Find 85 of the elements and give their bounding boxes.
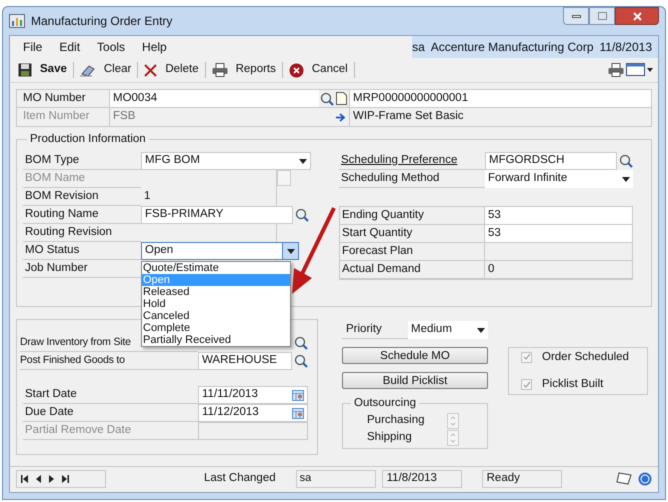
status-option[interactable]: Quote/Estimate — [142, 262, 290, 274]
field-label: Partial Remove Date — [23, 422, 198, 440]
document-icon[interactable] — [336, 92, 347, 105]
status-dropdown[interactable]: Open — [141, 242, 299, 260]
status-option[interactable]: Released — [142, 286, 290, 298]
priority-dropdown[interactable]: Medium — [408, 321, 488, 339]
field-label: MO Number — [22, 90, 87, 106]
document-number-field: MRP00000000000001 — [349, 90, 651, 107]
last-changed-label: Last Changed — [204, 470, 276, 486]
date-field[interactable]: 11/11/2013 — [198, 386, 308, 404]
toolbar-button[interactable]: Cancel — [284, 60, 352, 80]
next-record-icon[interactable] — [49, 474, 54, 482]
field-label: BOM Name — [23, 170, 141, 188]
quantity-field[interactable]: 53 — [484, 225, 632, 243]
caret-icon[interactable] — [477, 328, 485, 332]
caret-icon[interactable] — [299, 158, 307, 164]
dropdown-field[interactable]: Forward Infinite — [485, 170, 633, 188]
group-title: Outsourcing — [351, 396, 420, 410]
date-field[interactable]: 11/12/2013 — [198, 404, 308, 422]
printer-icon — [608, 63, 624, 77]
last-record-icon[interactable] — [62, 474, 69, 482]
dropdown-field[interactable]: MFG BOM — [141, 152, 311, 170]
search-icon[interactable] — [320, 92, 334, 106]
x-mark-icon — [144, 64, 158, 76]
eraser-icon — [80, 63, 96, 77]
search-icon[interactable] — [295, 208, 309, 222]
quantity-field: 0 — [484, 261, 632, 279]
lookup-field[interactable]: MFGORDSCH — [485, 152, 617, 170]
toolbar-button[interactable]: Clear — [76, 60, 136, 80]
checkbox[interactable] — [521, 379, 532, 390]
close-icon[interactable] — [632, 12, 642, 20]
menu-item[interactable]: Help — [135, 38, 174, 56]
mo-number-field[interactable]: MO0034 — [109, 90, 319, 107]
field-label: BOM Revision — [23, 188, 141, 206]
toolbar-button[interactable]: Delete — [140, 60, 203, 80]
action-button[interactable]: Build Picklist — [342, 372, 488, 389]
date-field: 11/8/2013 — [382, 470, 462, 488]
lookup-field[interactable]: FSB-PRIMARY — [141, 206, 293, 224]
search-icon[interactable] — [294, 354, 308, 368]
previous-record-icon[interactable] — [36, 474, 41, 482]
field-label: Post Finished Goods to — [20, 352, 198, 370]
field-label: Routing Revision — [23, 224, 141, 242]
first-record-icon[interactable] — [21, 474, 28, 482]
user-name: sa — [412, 39, 425, 56]
status-option[interactable]: Hold — [142, 298, 290, 310]
checkbox-label: Order Scheduled — [542, 350, 629, 365]
arrow-icon[interactable] — [336, 112, 346, 122]
field-label: Due Date — [23, 404, 198, 422]
status-field: Ready — [482, 470, 562, 488]
minimize-button[interactable] — [563, 7, 589, 25]
calendar-icon[interactable] — [292, 408, 304, 418]
cancel-icon — [288, 62, 304, 78]
field-label: Shipping — [367, 430, 412, 445]
calendar-icon[interactable] — [292, 390, 304, 400]
action-button[interactable]: Schedule MO — [342, 347, 488, 364]
user-field: sa — [296, 470, 376, 488]
printer-icon — [212, 63, 228, 77]
help-icon[interactable] — [638, 472, 652, 486]
field-label: Start Date — [23, 386, 198, 404]
user-date: 11/8/2013 — [600, 39, 652, 56]
caret-icon[interactable] — [622, 176, 630, 182]
window-title: Manufacturing Order Entry — [31, 13, 172, 30]
menu-item[interactable]: Edit — [52, 38, 88, 56]
checkbox-label: Picklist Built — [542, 377, 604, 392]
toolbar-button[interactable]: Save — [14, 60, 71, 80]
spinner-icon — [277, 170, 291, 186]
checkbox[interactable] — [521, 352, 532, 363]
toolbar-button[interactable]: Reports — [208, 60, 280, 80]
status-option[interactable]: Canceled — [142, 310, 290, 322]
status-option[interactable]: Complete — [142, 322, 290, 334]
search-icon[interactable] — [619, 154, 633, 168]
maximize-button[interactable] — [589, 7, 615, 25]
app-icon — [9, 14, 25, 28]
window-layout-icon[interactable] — [626, 63, 654, 77]
company-name: Accenture Manufacturing Corp — [430, 39, 594, 56]
menu-item[interactable]: File — [16, 38, 50, 56]
quantity-field[interactable]: 53 — [484, 207, 632, 225]
search-icon[interactable] — [294, 336, 308, 350]
field-label: Purchasing — [367, 412, 425, 428]
menu-item[interactable]: Tools — [90, 38, 132, 56]
caret-icon[interactable] — [286, 248, 294, 254]
field-label: Item Number — [22, 109, 90, 124]
site-field[interactable]: WAREHOUSE — [198, 352, 292, 370]
close-button[interactable] — [615, 7, 659, 25]
note-icon[interactable] — [616, 472, 632, 485]
